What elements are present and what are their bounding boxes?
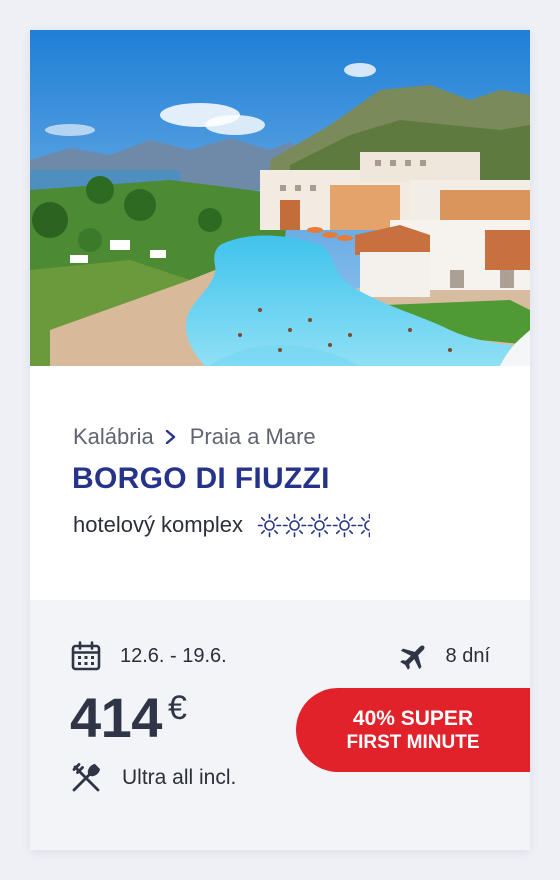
sun-icon xyxy=(282,513,307,537)
hotel-name[interactable]: BORGO DI FIUZZI xyxy=(72,462,330,496)
sun-rating xyxy=(257,513,370,538)
discount-badge: 40% SUPER FIRST MINUTE xyxy=(296,688,530,772)
duration-label: 8 dní xyxy=(445,644,490,667)
hotel-category-row: hotelový komplex xyxy=(73,512,370,538)
offer-details: 12.6. - 19.6. 8 dní 414 € Ultra all incl… xyxy=(30,600,530,850)
badge-line-2: FIRST MINUTE xyxy=(346,732,480,753)
hotel-photo[interactable] xyxy=(30,30,530,366)
hotel-offer-card[interactable]: Kalábria Praia a Mare BORGO DI FIUZZI ho… xyxy=(30,30,530,850)
location-breadcrumb: Kalábria Praia a Mare xyxy=(73,424,316,450)
hotel-category: hotelový komplex xyxy=(73,512,243,537)
sun-icon xyxy=(332,513,357,537)
board-label: Ultra all incl. xyxy=(122,766,237,789)
date-range-label: 12.6. - 19.6. xyxy=(120,644,227,667)
chevron-right-icon xyxy=(164,430,178,444)
date-range: 12.6. - 19.6. xyxy=(70,640,227,672)
price-amount: 414 xyxy=(70,686,162,749)
sun-half-icon xyxy=(357,513,370,537)
badge-line-1: 40% SUPER xyxy=(352,707,474,730)
city-label[interactable]: Praia a Mare xyxy=(190,424,316,450)
price: 414 € xyxy=(70,686,187,750)
region-label[interactable]: Kalábria xyxy=(73,424,154,450)
sun-icon xyxy=(307,513,332,537)
airplane-icon xyxy=(399,645,425,670)
trip-duration: 8 dní xyxy=(398,640,490,672)
price-currency: € xyxy=(167,689,187,727)
sun-icon xyxy=(257,513,282,537)
calendar-icon xyxy=(71,641,101,671)
board-type: Ultra all incl. xyxy=(70,762,236,794)
hotel-info: Kalábria Praia a Mare BORGO DI FIUZZI ho… xyxy=(30,366,530,600)
fork-knife-icon xyxy=(72,763,101,792)
